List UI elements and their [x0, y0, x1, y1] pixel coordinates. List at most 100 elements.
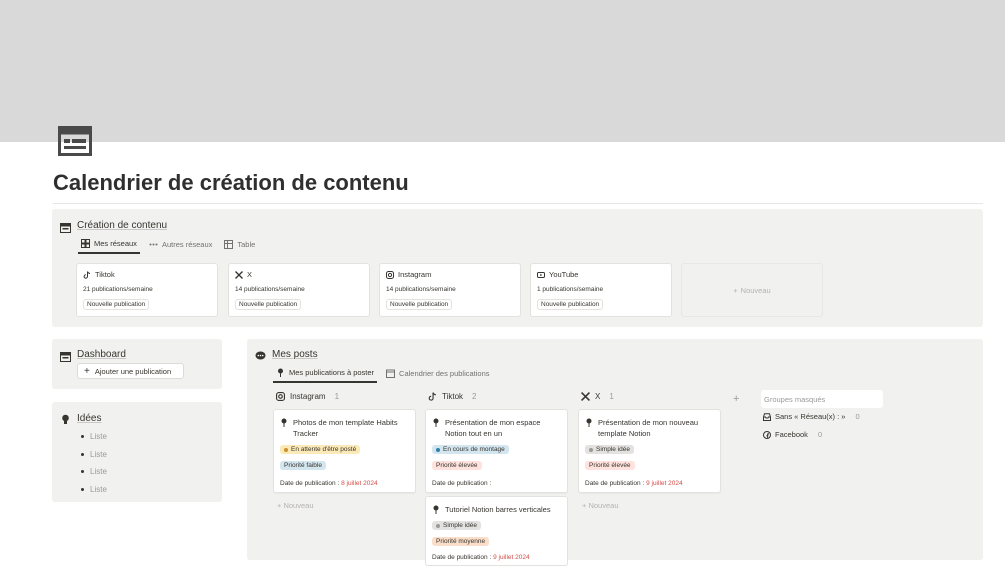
- divider: [53, 203, 983, 204]
- hidden-group-item[interactable]: Facebook 0: [763, 430, 822, 439]
- section-title[interactable]: Mes posts: [272, 349, 318, 360]
- list-item[interactable]: Liste: [81, 481, 107, 499]
- status-tag: Simple idée: [432, 521, 481, 530]
- network-card-youtube[interactable]: YouTube 1 publications/semaine Nouvelle …: [530, 263, 672, 317]
- tab-mes-reseaux[interactable]: Mes réseaux: [78, 239, 140, 254]
- column-count: 1: [609, 392, 614, 401]
- card-title: YouTube: [549, 270, 579, 279]
- priority-tag: Priorité faible: [280, 461, 326, 470]
- column-title: Tiktok: [442, 392, 464, 401]
- pin-icon: [433, 418, 439, 427]
- layout-icon[interactable]: [58, 126, 92, 156]
- column-header-x[interactable]: X 1: [581, 392, 614, 401]
- card-title: Instagram: [398, 270, 432, 279]
- column-count: 1: [334, 392, 340, 401]
- pin-icon: [281, 418, 287, 427]
- tiktok-icon: [428, 392, 436, 401]
- card-title: Photos de mon template Habits Tracker: [293, 418, 398, 438]
- network-card-instagram[interactable]: Instagram 14 publications/semaine Nouvel…: [379, 263, 521, 317]
- post-card[interactable]: Tutoriel Notion barres verticales Simple…: [425, 496, 568, 566]
- card-title: Présentation de mon espace Notion tout e…: [445, 418, 541, 438]
- tab-autres-reseaux[interactable]: Autres réseaux: [146, 239, 215, 254]
- youtube-icon: [537, 271, 545, 278]
- new-card-button[interactable]: + Nouveau: [582, 501, 619, 510]
- priority-tag: Priorité élevée: [432, 461, 482, 470]
- tab-calendrier[interactable]: Calendrier des publications: [383, 368, 492, 383]
- new-label: Nouveau: [740, 285, 771, 295]
- network-card-x[interactable]: X 14 publications/semaine Nouvelle publi…: [228, 263, 370, 317]
- tab-label: Mes réseaux: [94, 239, 137, 248]
- card-title: Présentation de mon nouveau template Not…: [598, 418, 699, 438]
- card-stat: 14 publications/semaine: [235, 286, 305, 293]
- hidden-groups-header[interactable]: Groupes masqués: [761, 390, 883, 408]
- column-header-tiktok[interactable]: Tiktok 2: [428, 392, 477, 401]
- column-count: 2: [472, 392, 477, 401]
- ideas-list: Liste Liste Liste Liste: [81, 428, 107, 498]
- plus-icon: +: [733, 285, 738, 295]
- section-title[interactable]: Dashboard: [77, 349, 126, 360]
- new-publication-button[interactable]: Nouvelle publication: [386, 299, 453, 310]
- calendar-icon: [386, 369, 396, 378]
- tab-publications-a-poster[interactable]: Mes publications à poster: [273, 368, 378, 383]
- list-item[interactable]: Liste: [81, 446, 107, 464]
- card-stat: 21 publications/semaine: [83, 286, 153, 293]
- priority-tag: Priorité élevée: [585, 461, 635, 470]
- card-title: X: [247, 270, 253, 279]
- section-title[interactable]: Création de contenu: [77, 220, 167, 231]
- publication-date: Date de publication : 8 juillet 2024: [280, 480, 378, 487]
- add-publication-button[interactable]: + Ajouter une publication: [77, 363, 184, 379]
- tab-label: Calendrier des publications: [399, 369, 490, 378]
- network-card-tiktok[interactable]: Tiktok 21 publications/semaine Nouvelle …: [76, 263, 218, 317]
- chat-icon: [255, 348, 266, 360]
- layout-icon: [60, 220, 71, 233]
- tab-label: Mes publications à poster: [289, 368, 375, 377]
- pin-icon: [433, 505, 439, 514]
- column-header-instagram[interactable]: Instagram 1: [276, 392, 339, 401]
- post-card[interactable]: Présentation de mon espace Notion tout e…: [425, 409, 568, 493]
- x-icon: [581, 392, 590, 401]
- status-tag: En cours de montage: [432, 445, 509, 454]
- instagram-icon: [276, 392, 285, 401]
- button-label: Ajouter une publication: [94, 366, 172, 376]
- new-publication-button[interactable]: Nouvelle publication: [537, 299, 604, 310]
- inbox-icon: [763, 412, 771, 421]
- instagram-icon: [386, 270, 394, 279]
- tab-label: Table: [237, 240, 256, 249]
- card-stat: 1 publications/semaine: [537, 286, 604, 293]
- dots-icon: [149, 243, 158, 246]
- list-item[interactable]: Liste: [81, 463, 107, 481]
- page-title: Calendrier de création de contenu: [53, 170, 409, 195]
- table-icon: [224, 240, 234, 249]
- priority-tag: Priorité moyenne: [432, 537, 490, 546]
- section-title[interactable]: Idées: [77, 413, 101, 424]
- pin-icon: [586, 418, 592, 427]
- post-card[interactable]: Photos de mon template Habits Tracker En…: [273, 409, 416, 493]
- status-tag: En attente d'être posté: [280, 445, 361, 454]
- new-publication-button[interactable]: Nouvelle publication: [235, 299, 302, 310]
- new-publication-button[interactable]: Nouvelle publication: [83, 299, 150, 310]
- tab-label: Autres réseaux: [161, 240, 213, 249]
- publication-date: Date de publication : 9 juillet 2024: [585, 480, 683, 487]
- card-stat: 14 publications/semaine: [386, 286, 456, 293]
- gallery-icon: [81, 239, 90, 248]
- column-title: Instagram: [290, 392, 326, 401]
- list-item[interactable]: Liste: [81, 428, 107, 446]
- layout-icon: [60, 349, 71, 362]
- tab-table[interactable]: Table: [221, 239, 258, 254]
- card-title: Tiktok: [95, 270, 115, 279]
- post-card[interactable]: Présentation de mon nouveau template Not…: [578, 409, 721, 493]
- hidden-group-item[interactable]: Sans « Réseau(x) : » 0: [763, 412, 860, 421]
- card-title: Tutoriel Notion barres verticales: [445, 505, 551, 514]
- posts-tabs: Mes publications à poster Calendrier des…: [273, 368, 493, 383]
- new-card-button[interactable]: + Nouveau: [681, 263, 823, 317]
- content-tabs: Mes réseaux Autres réseaux Table: [78, 239, 258, 254]
- add-group-button[interactable]: +: [733, 393, 739, 405]
- x-icon: [235, 270, 243, 279]
- tiktok-icon: [83, 270, 91, 279]
- new-card-button[interactable]: + Nouveau: [277, 501, 314, 510]
- lightbulb-icon: [60, 412, 71, 424]
- page-cover: [0, 0, 1005, 142]
- publication-date: Date de publication :: [432, 480, 492, 487]
- status-tag: Simple idée: [585, 445, 634, 454]
- pin-icon: [278, 368, 283, 377]
